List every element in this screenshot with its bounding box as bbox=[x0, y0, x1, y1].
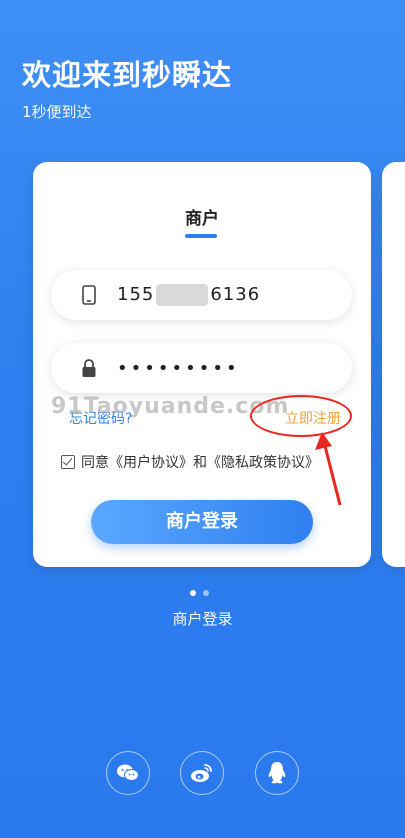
lock-icon bbox=[75, 358, 103, 378]
phone-redaction bbox=[156, 284, 209, 306]
phone-field[interactable]: 155 6136 bbox=[51, 270, 352, 320]
app-subtitle: 1秒便到达 bbox=[22, 103, 92, 121]
merchant-login-button[interactable]: 商户登录 bbox=[91, 500, 313, 544]
agreement-row[interactable]: 同意《用户协议》和《隐私政策协议》 bbox=[61, 452, 319, 472]
qq-icon[interactable] bbox=[255, 751, 299, 795]
carousel-dot-active[interactable] bbox=[190, 590, 196, 596]
agreement-checkbox[interactable] bbox=[61, 455, 75, 469]
phone-suffix: 6136 bbox=[210, 284, 261, 305]
tab-merchant[interactable]: 商户 bbox=[33, 204, 371, 229]
app-title: 欢迎来到秒瞬达 bbox=[22, 58, 233, 92]
phone-value: 155 6136 bbox=[117, 284, 260, 306]
annotation-arrow bbox=[315, 432, 342, 506]
password-value: ••••••••• bbox=[117, 357, 240, 379]
carousel-dots bbox=[190, 590, 209, 596]
phone-icon bbox=[75, 285, 103, 305]
next-card-peek[interactable] bbox=[382, 162, 405, 567]
password-field[interactable]: ••••••••• bbox=[51, 343, 352, 393]
tab-active-indicator bbox=[185, 234, 217, 238]
weibo-icon[interactable] bbox=[180, 751, 224, 795]
wechat-icon[interactable] bbox=[106, 751, 150, 795]
carousel-dot[interactable] bbox=[203, 590, 209, 596]
carousel-label: 商户登录 bbox=[172, 610, 233, 628]
agreement-label: 同意《用户协议》和《隐私政策协议》 bbox=[81, 455, 319, 471]
phone-prefix: 155 bbox=[117, 284, 155, 305]
